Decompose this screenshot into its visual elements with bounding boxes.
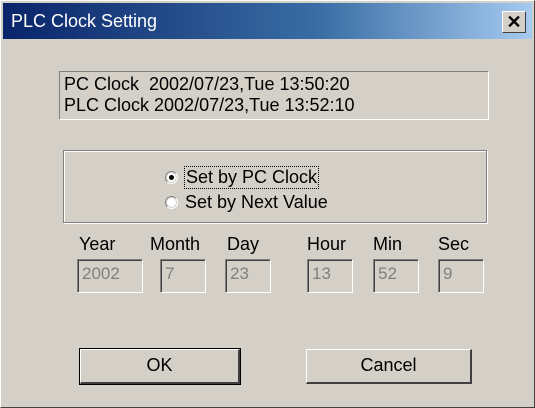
set-by-next-value-label: Set by Next Value <box>185 191 328 212</box>
close-button[interactable]: ✕ <box>502 11 526 33</box>
pc-clock-text: PC Clock 2002/07/23,Tue 13:50:20 <box>64 74 350 94</box>
year-label: Year <box>79 234 116 254</box>
cancel-button[interactable]: Cancel <box>306 349 472 384</box>
min-field[interactable]: 52 <box>373 259 419 293</box>
close-icon: ✕ <box>506 12 522 32</box>
day-label: Day <box>227 234 260 254</box>
clock-display: PC Clock 2002/07/23,Tue 13:50:20 PLC Clo… <box>59 71 489 120</box>
hour-label: Hour <box>307 234 347 254</box>
radio-unchecked-icon <box>165 195 178 209</box>
plc-clock-setting-dialog: PLC Clock Setting ✕ PC Clock 2002/07/23,… <box>0 0 535 408</box>
sec-field[interactable]: 9 <box>438 259 484 293</box>
day-field[interactable]: 23 <box>225 259 271 293</box>
hour-field[interactable]: 13 <box>307 259 353 293</box>
year-field[interactable]: 2002 <box>77 259 143 293</box>
set-by-next-value-radio[interactable]: Set by Next Value <box>165 191 328 213</box>
window-title: PLC Clock Setting <box>11 11 158 31</box>
title-bar[interactable]: PLC Clock Setting ✕ <box>3 3 532 39</box>
plc-clock-text: PLC Clock 2002/07/23,Tue 13:52:10 <box>64 95 355 115</box>
month-label: Month <box>150 234 201 254</box>
set-by-pc-clock-label: Set by PC Clock <box>183 165 320 189</box>
set-by-pc-clock-radio[interactable]: Set by PC Clock <box>165 165 320 189</box>
sec-label: Sec <box>438 234 470 254</box>
month-field[interactable]: 7 <box>160 259 206 293</box>
radio-checked-icon <box>165 170 178 184</box>
ok-button[interactable]: OK <box>79 348 241 385</box>
min-label: Min <box>373 234 403 254</box>
